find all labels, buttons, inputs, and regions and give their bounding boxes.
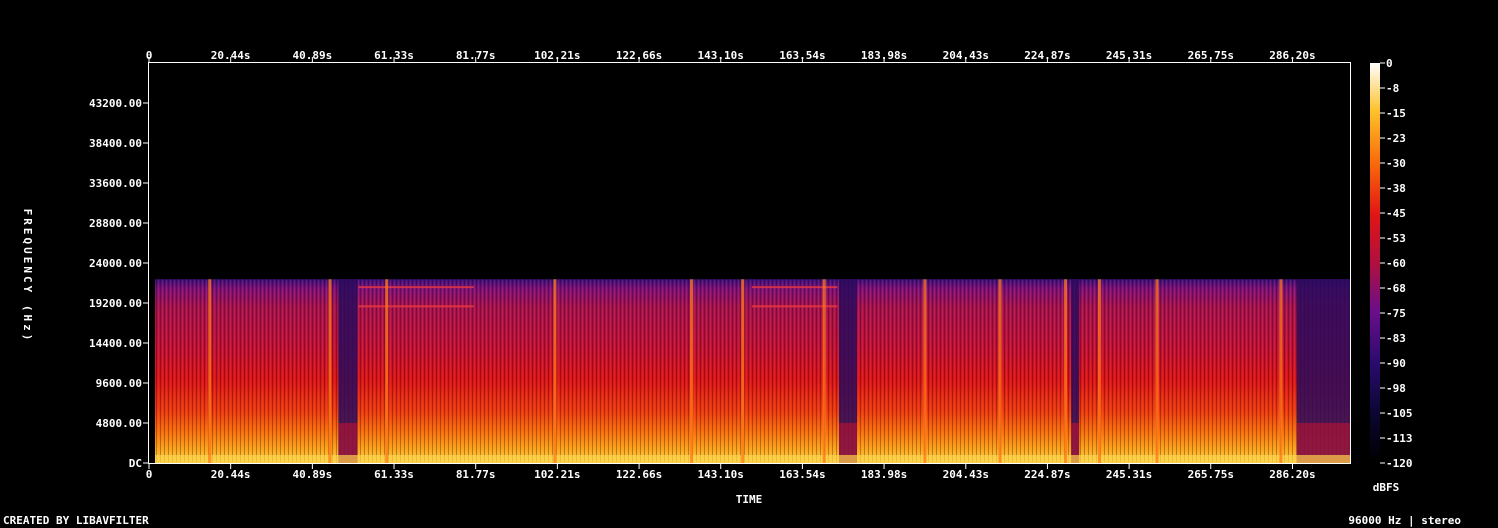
x-tick-label: 61.33s <box>374 468 414 481</box>
colorbar-tick-label: -8 <box>1386 82 1399 95</box>
onset-column <box>1155 279 1159 463</box>
colorbar-tick-label: -90 <box>1386 357 1406 370</box>
colorbar-tick-label: -113 <box>1386 432 1413 445</box>
x-tick-label: 265.75s <box>1188 49 1234 62</box>
x-tick-label: 122.66s <box>616 49 662 62</box>
sample-rate-info: 96000 Hz | stereo <box>1348 514 1461 527</box>
x-tick-label: 81.77s <box>456 49 496 62</box>
x-tick-label: 81.77s <box>456 468 496 481</box>
x-tick-label: 163.54s <box>779 49 825 62</box>
y-tick-label: 43200.00 <box>89 97 142 110</box>
colorbar-label: dBFS <box>1373 481 1400 494</box>
onset-column <box>1279 279 1283 463</box>
onset-column <box>1097 279 1101 463</box>
x-tick-label: 183.98s <box>861 468 907 481</box>
x-tick-label: 0 <box>146 49 153 62</box>
onset-column <box>741 279 745 463</box>
x-tick-label: 40.89s <box>292 49 332 62</box>
x-tick-label: 40.89s <box>292 468 332 481</box>
x-tick-label: 224.87s <box>1024 468 1070 481</box>
y-axis-label: FREQUENCY (Hz) <box>21 209 34 344</box>
x-tick-label: 224.87s <box>1024 49 1070 62</box>
colorbar: 0 -8 -15 -23 -30 -38 -45 -53 -60 -68 -75 -83 -90 -98 -… <box>1370 57 1413 494</box>
onset-column <box>923 279 927 463</box>
x-tick-label: 204.43s <box>943 49 989 62</box>
plot-area <box>148 62 1351 464</box>
colorbar-tick-label: -75 <box>1386 307 1406 320</box>
x-tick-label: 204.43s <box>943 468 989 481</box>
colorbar-tick-label: -83 <box>1386 332 1406 345</box>
colorbar-gradient <box>1370 63 1380 463</box>
x-tick-label: 245.31s <box>1106 49 1152 62</box>
x-axis-label: TIME <box>736 493 763 506</box>
y-tick-label: DC <box>129 457 142 470</box>
low-band <box>155 455 1350 463</box>
colorbar-ticks: 0 -8 -15 -23 -30 -38 -45 -53 -60 -68 -75 -83 -90 -98 -… <box>1380 57 1413 470</box>
y-tick-label: 9600.00 <box>96 377 142 390</box>
x-axis-top: 0 20.44s 40.89s 61.33s 81.77s 102.21s 122.66s 1… <box>146 49 1316 62</box>
y-tick-label: 24000.00 <box>89 257 142 270</box>
colorbar-tick-label: -30 <box>1386 157 1406 170</box>
colorbar-tick-label: -68 <box>1386 282 1406 295</box>
x-tick-label: 20.44s <box>211 468 251 481</box>
onset-column <box>822 279 826 463</box>
onset-column <box>553 279 557 463</box>
colorbar-tick-label: -15 <box>1386 107 1406 120</box>
x-axis-bottom: 0 20.44s 40.89s 61.33s 81.77s 102.21s 122.66s 1… <box>146 464 1316 481</box>
x-tick-label: 286.20s <box>1269 49 1315 62</box>
x-tick-label: 183.98s <box>861 49 907 62</box>
y-tick-label: 19200.00 <box>89 297 142 310</box>
onset-column <box>1064 279 1068 463</box>
x-tick-label: 102.21s <box>534 49 580 62</box>
spectrogram-image <box>155 279 1350 463</box>
tonal-line <box>358 286 474 289</box>
x-tick-label: 0 <box>146 468 153 481</box>
x-tick-label: 143.10s <box>698 49 744 62</box>
onset-column <box>208 279 212 463</box>
colorbar-tick-label: -38 <box>1386 182 1406 195</box>
x-tick-label: 20.44s <box>211 49 251 62</box>
colorbar-tick-label: -120 <box>1386 457 1413 470</box>
x-tick-label: 61.33s <box>374 49 414 62</box>
tonal-line <box>358 305 474 308</box>
x-tick-label: 265.75s <box>1188 468 1234 481</box>
colorbar-tick-label: -45 <box>1386 207 1406 220</box>
colorbar-tick-label: -105 <box>1386 407 1413 420</box>
y-tick-label: 33600.00 <box>89 177 142 190</box>
y-tick-label: 38400.00 <box>89 137 142 150</box>
x-tick-label: 143.10s <box>698 468 744 481</box>
colorbar-tick-label: -60 <box>1386 257 1406 270</box>
onset-column <box>328 279 332 463</box>
x-tick-label: 286.20s <box>1269 468 1315 481</box>
y-tick-label: 4800.00 <box>96 417 142 430</box>
onset-column <box>690 279 694 463</box>
y-tick-label: 28800.00 <box>89 217 142 230</box>
x-tick-label: 102.21s <box>534 468 580 481</box>
spectrogram-chart: 0 20.44s 40.89s 61.33s 81.77s 102.21s 122.66s 1… <box>21 49 1413 506</box>
credit-text: CREATED BY LIBAVFILTER <box>3 514 149 527</box>
y-tick-label: 14400.00 <box>89 337 142 350</box>
colorbar-tick-label: -98 <box>1386 382 1406 395</box>
colorbar-tick-label: 0 <box>1386 57 1393 70</box>
onset-column <box>998 279 1002 463</box>
y-axis: DC 4800.00 9600.00 14400.00 19200.00 24000.00… <box>89 97 148 470</box>
colorbar-tick-label: -23 <box>1386 132 1406 145</box>
x-tick-label: 245.31s <box>1106 468 1152 481</box>
colorbar-tick-label: -53 <box>1386 232 1406 245</box>
x-tick-label: 163.54s <box>779 468 825 481</box>
onset-column <box>385 279 389 463</box>
x-tick-label: 122.66s <box>616 468 662 481</box>
